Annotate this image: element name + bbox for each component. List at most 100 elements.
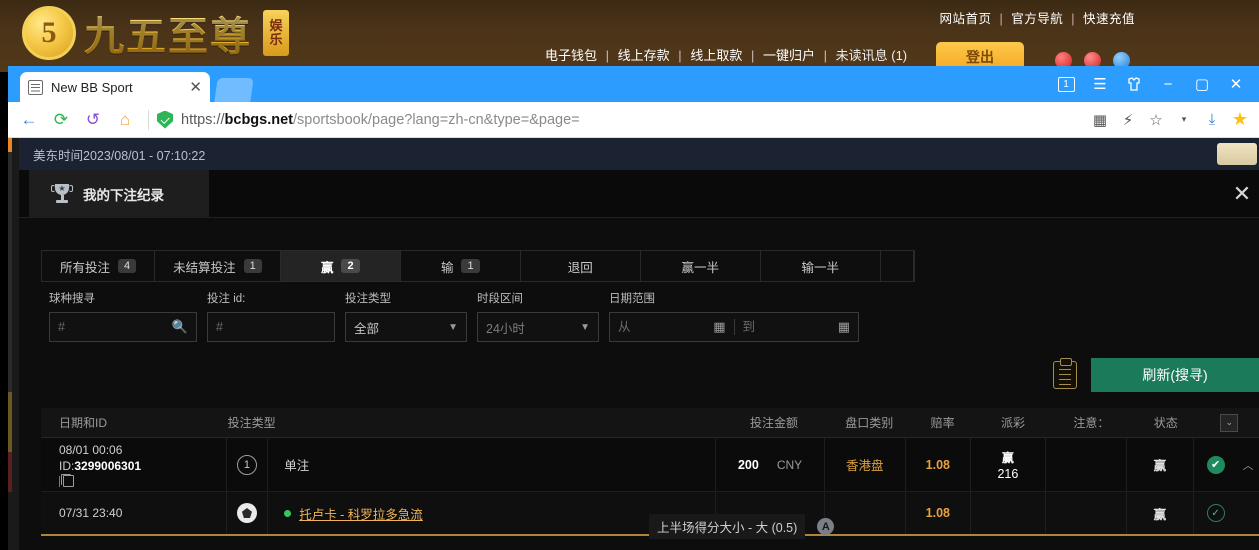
subnav-item-transfer[interactable]: 一键归户	[763, 48, 815, 63]
close-tab-icon[interactable]: ✕	[189, 80, 202, 95]
bookmark-star-icon[interactable]: ★	[1227, 106, 1253, 134]
cell-sport-icon	[227, 492, 269, 534]
tab-unsettled-bets-label: 未结算投注	[173, 260, 236, 275]
date-to-input[interactable]	[742, 320, 834, 334]
date-from-input[interactable]	[618, 320, 710, 334]
reload-icon[interactable]: ⟳	[46, 105, 76, 135]
tab-spacer	[881, 251, 914, 281]
bet-type-selected-value: 全部	[354, 321, 380, 336]
cell-payout: 赢 216	[971, 438, 1046, 491]
address-bar[interactable]: https://bcbgs.net/sportsbook/page?lang=z…	[157, 106, 1085, 134]
period-select[interactable]: 24小时 ▼	[477, 312, 599, 342]
calendar-icon[interactable]: ▦	[838, 319, 850, 335]
filter-sport-search-label: 球种搜寻	[49, 293, 95, 305]
favorite-star-icon[interactable]: ☆	[1143, 106, 1169, 134]
close-panel-icon[interactable]: ✕	[1229, 181, 1255, 207]
tab-all-bets[interactable]: 所有投注 4	[42, 251, 156, 281]
match-link[interactable]: 托卢卡 - 科罗拉多急流	[299, 504, 423, 523]
menu-icon[interactable]: ☰	[1083, 66, 1117, 102]
status-check-icon: ✔	[1206, 455, 1225, 474]
window-controls: 1 ☰ − ▢ ✕	[1049, 66, 1253, 102]
cell-stake: 200 CNY	[716, 438, 825, 491]
lightning-icon[interactable]: ⚡	[1115, 106, 1141, 134]
bet-id-input[interactable]	[216, 320, 326, 334]
close-window-icon[interactable]: ✕	[1219, 66, 1253, 102]
calendar-icon[interactable]: ▦	[713, 319, 725, 335]
topnav-separator: |	[1071, 12, 1075, 26]
subnav-item-withdraw[interactable]: 线上取款	[690, 48, 742, 63]
info-icon[interactable]: A	[817, 518, 835, 535]
back-icon[interactable]: ←	[14, 105, 44, 135]
tab-half-lost-label: 输一半	[801, 260, 840, 275]
filter-bet-id-label: 投注 id:	[207, 293, 246, 305]
floating-note-widget[interactable]	[1217, 143, 1257, 165]
col-header-date-id[interactable]: 日期和ID	[41, 414, 228, 431]
clipboard-icon[interactable]	[1053, 358, 1077, 389]
cell-payout	[971, 492, 1046, 534]
search-icon[interactable]: 🔍	[172, 319, 188, 335]
site-logo[interactable]: 5 九五至尊 娱 乐	[22, 4, 289, 62]
url-host: bcbgs.net	[224, 111, 294, 128]
row-id-value: 3299006301	[74, 459, 142, 473]
new-tab-button[interactable]	[214, 78, 254, 102]
table-row[interactable]: 08/01 00:06 ID:3299006301 1 单注 200 CNY 香…	[41, 438, 1259, 492]
bet-type-select[interactable]: 全部 ▼	[345, 312, 467, 342]
home-icon[interactable]: ⌂	[110, 105, 140, 135]
bet-id-control[interactable]	[207, 312, 335, 342]
panel-title-tab[interactable]: 我的下注纪录	[29, 170, 209, 218]
row-odds: 1.08	[925, 506, 950, 520]
sport-search-input[interactable]	[58, 320, 172, 334]
col-header-payout: 派彩	[1001, 416, 1026, 430]
chevron-down-icon: ▼	[580, 321, 590, 333]
date-to-field[interactable]: ▦	[733, 319, 859, 335]
tab-refunded[interactable]: 退回	[521, 251, 641, 281]
copy-id-control[interactable]	[59, 474, 141, 488]
sport-search-control[interactable]: 🔍	[49, 312, 197, 342]
cell-leg-count: 1	[227, 438, 269, 491]
topnav-item-recharge[interactable]: 快速充值	[1083, 12, 1135, 26]
page-favicon-icon	[28, 79, 43, 95]
col-header-bet-type[interactable]: 投注类型	[228, 414, 720, 431]
cell-market: 香港盘	[825, 438, 906, 491]
cell-status-check: ✓	[1194, 492, 1237, 534]
url-path: /sportsbook/page?lang=zh-cn&type=&page=	[293, 111, 580, 128]
filter-period: 时段区间 24小时 ▼	[477, 290, 599, 342]
soccer-ball-icon	[236, 503, 257, 523]
subnav-item-deposit[interactable]: 线上存款	[618, 48, 670, 63]
live-status-dot-icon	[284, 509, 292, 517]
copy-icon[interactable]	[61, 474, 74, 488]
server-time-bar: 美东时间2023/08/01 - 07:10:22	[19, 138, 1259, 170]
tab-half-lost[interactable]: 输一半	[761, 251, 881, 281]
tab-count-badge[interactable]: 1	[1049, 66, 1083, 102]
refresh-search-button[interactable]: 刷新(搜寻)	[1091, 358, 1259, 392]
col-header-note: 注意：	[1073, 416, 1110, 430]
sort-toggle-icon[interactable]: ⌄	[1220, 413, 1239, 432]
skin-icon[interactable]	[1117, 66, 1151, 102]
row-collapse-toggle[interactable]: ︿	[1237, 438, 1259, 491]
server-time-text: 美东时间2023/08/01 - 07:10:22	[33, 148, 206, 163]
download-icon[interactable]: ⤓	[1199, 106, 1225, 134]
trophy-icon	[51, 183, 73, 205]
topnav-item-guide[interactable]: 官方导航	[1011, 12, 1063, 26]
maximize-window-icon[interactable]: ▢	[1185, 66, 1219, 102]
browser-tab-new-bb-sport[interactable]: New BB Sport ✕	[20, 72, 210, 102]
subnav-item-messages[interactable]: 未读讯息 (1)	[836, 48, 908, 63]
tab-lost[interactable]: 输 1	[401, 251, 521, 281]
minimize-window-icon[interactable]: −	[1151, 66, 1185, 102]
subnav-separator: |	[750, 48, 755, 63]
date-from-field[interactable]: ▦	[610, 319, 734, 335]
history-back-icon[interactable]: ↺	[78, 105, 108, 135]
cell-bet-type: 单注	[268, 438, 717, 491]
tab-lost-count: 1	[461, 259, 480, 273]
subnav-item-wallet[interactable]: 电子钱包	[545, 48, 597, 63]
tab-unsettled-bets[interactable]: 未结算投注 1	[155, 251, 281, 281]
browser-tab-strip: New BB Sport ✕ 1 ☰ − ▢ ✕	[8, 66, 1259, 102]
tab-half-won[interactable]: 赢一半	[641, 251, 761, 281]
row-date: 08/01 00:06	[59, 442, 123, 457]
tab-refunded-label: 退回	[567, 260, 593, 275]
tab-won[interactable]: 赢 2	[280, 251, 401, 281]
chevron-down-icon[interactable]: ▾	[1171, 106, 1197, 134]
row-spacer	[1237, 492, 1259, 534]
qrcode-icon[interactable]: ▦	[1087, 106, 1113, 134]
topnav-item-home[interactable]: 网站首页	[940, 12, 992, 26]
